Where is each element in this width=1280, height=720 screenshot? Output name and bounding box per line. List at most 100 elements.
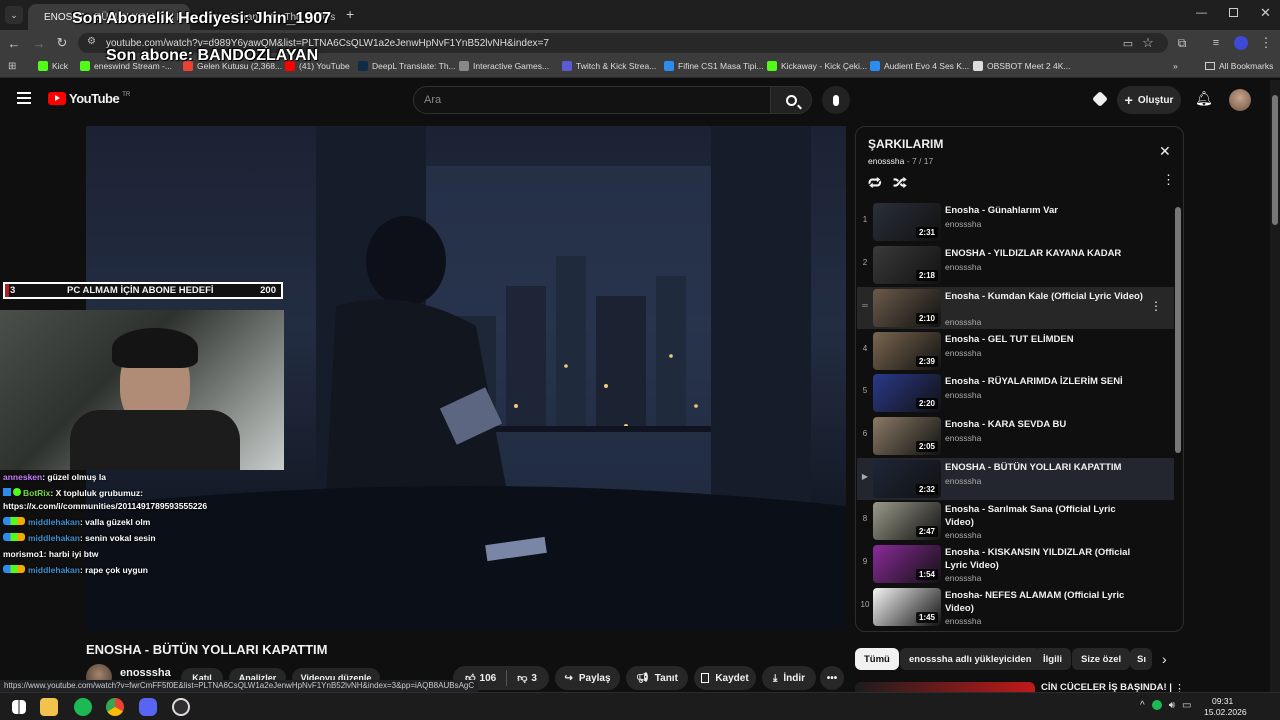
duration-badge: 2:31 <box>915 227 938 238</box>
chip-related[interactable]: İlgili <box>1034 648 1071 670</box>
verified-badge-icon <box>13 488 21 496</box>
save-button[interactable]: Kaydet <box>694 666 756 690</box>
page-scrollbar[interactable] <box>1270 80 1280 692</box>
chip-for-you[interactable]: Size özel <box>1072 648 1131 670</box>
cast-icon[interactable]: ▭ <box>1120 35 1136 51</box>
voice-search-button[interactable] <box>822 86 850 114</box>
playlist-item[interactable]: 1 2:31 Enosha - Günahlarım Var enosssha <box>857 201 1174 243</box>
playlist-item-channel: enosssha <box>945 219 982 229</box>
bookmark-item[interactable]: OBSBOT Meet 2 4K... <box>973 61 1070 71</box>
share-button[interactable]: ↪ Paylaş <box>555 666 620 690</box>
file-explorer-icon[interactable] <box>40 698 58 716</box>
more-bookmarks-button[interactable]: » <box>1173 61 1178 71</box>
sub-badge-icon <box>3 517 25 525</box>
network-icon: ▭ <box>1182 700 1192 711</box>
promote-button[interactable]: 📢︎ Tanıt <box>626 666 688 690</box>
playlist-item-current[interactable]: ▶ 2:32 ENOSHA - BÜTÜN YOLLARI KAPATTIM enos… <box>857 458 1174 500</box>
playlist-scrollbar[interactable] <box>1175 207 1181 453</box>
tray-icons[interactable]: ^ 🔊︎ ▭ <box>1140 700 1191 711</box>
site-info-icon[interactable]: ⚙ <box>87 36 96 47</box>
playlist-item[interactable]: 8 2:47 Enosha - Sarılmak Sana (Official Ly… <box>857 500 1174 542</box>
playlist-item-title: Enosha - RÜYALARIMDA İZLERİM SENİ <box>945 376 1123 387</box>
playlist-item[interactable]: 10 1:45 Enosha- NEFES ALAMAM (Official Lyr… <box>857 586 1174 628</box>
megaphone-icon: 📢︎ <box>636 672 649 684</box>
playlist-item-index: 6 <box>862 429 868 438</box>
playlist-item-title: Enosha - KARA SEVDA BU <box>945 419 1067 430</box>
create-button[interactable]: + Oluştur <box>1117 86 1181 114</box>
playlist-item[interactable]: 9 1:54 Enosha - KISKANSIN YILDIZLAR (Offic… <box>857 543 1174 585</box>
restore-icon[interactable] <box>1229 8 1238 17</box>
apps-grid-icon[interactable]: ⊞ <box>8 61 16 72</box>
reading-list-icon[interactable]: ≡ <box>1208 35 1224 51</box>
playlist-item[interactable]: 4 2:39 Enosha - GEL TUT ELİMDEN enosssha <box>857 330 1174 372</box>
new-tab-button[interactable]: + <box>346 6 354 22</box>
more-actions-button[interactable]: ••• <box>820 666 844 690</box>
tab-search-dropdown[interactable]: ⌄ <box>5 6 23 24</box>
chip-uploader[interactable]: enosssha adlı yükleyiciden <box>900 648 1041 670</box>
youtube-logo[interactable]: YouTube TR <box>48 91 130 106</box>
playlist-item-title: Enosha - GEL TUT ELİMDEN <box>945 334 1074 345</box>
close-window-icon[interactable]: ✕ <box>1260 5 1271 21</box>
notifications-bell-icon[interactable]: 🔔︎ <box>1195 90 1213 107</box>
bookmark-item[interactable]: DeepL Translate: Th... <box>358 61 456 71</box>
playlist-item[interactable]: 2 2:18 ENOSHA - YILDIZLAR KAYANA KADAR enos… <box>857 244 1174 286</box>
bookmark-item[interactable]: Kick <box>38 61 68 71</box>
bookmark-star-icon[interactable]: ☆ <box>1140 35 1156 51</box>
minimize-icon[interactable]: — <box>1196 7 1207 19</box>
bookmark-item[interactable]: Interactive Games... <box>459 61 549 71</box>
playlist-item-title: Enosha - Günahlarım Var <box>945 205 1058 216</box>
playlist-item-title: ENOSHA - BÜTÜN YOLLARI KAPATTIM <box>945 462 1122 473</box>
recommendation-thumbnail[interactable] <box>855 682 1035 692</box>
playlist-item-title: Enosha - KISKANSIN YILDIZLAR (Official L… <box>945 547 1131 571</box>
playlist-item[interactable]: 5 2:20 Enosha - RÜYALARIMDA İZLERİM SENİ en… <box>857 372 1174 414</box>
all-bookmarks-button[interactable]: All Bookmarks <box>1205 61 1273 71</box>
forward-arrow-icon[interactable]: → <box>31 35 47 51</box>
chrome-icon[interactable] <box>106 698 124 716</box>
playlist-item-thumbnail: 2:20 <box>873 374 941 412</box>
playlist-item-thumbnail: 1:54 <box>873 545 941 583</box>
bookmark-item[interactable]: Kickaway - Kick Çeki... <box>767 61 867 71</box>
playlist-item-channel: enosssha <box>945 573 982 583</box>
discord-icon[interactable] <box>139 698 157 716</box>
download-button[interactable]: ⤓ İndir <box>762 666 816 690</box>
browser-menu-icon[interactable]: ⋮ <box>1258 35 1274 51</box>
chevron-right-icon[interactable]: › <box>1162 651 1167 667</box>
reload-icon[interactable]: ↻ <box>54 35 70 51</box>
chip-all[interactable]: Tümü <box>855 648 899 670</box>
extensions-icon[interactable]: ⧉ <box>1174 35 1190 51</box>
sub-goal-bar: 3 PC ALMAM İÇİN ABONE HEDEFİ 200 <box>3 282 283 299</box>
duration-badge: 2:05 <box>915 441 938 452</box>
duration-badge: 2:47 <box>915 526 938 537</box>
playlist-item-menu-icon[interactable]: ⋮ <box>1150 299 1162 313</box>
profile-avatar-icon[interactable] <box>1233 35 1249 51</box>
clock-time[interactable]: 09:31 <box>1212 696 1233 706</box>
bookmark-item[interactable]: Audient Evo 4 Ses K... <box>870 61 969 71</box>
drag-handle-icon[interactable]: ═ <box>857 301 873 310</box>
dislike-button[interactable]: 👎︎ 3 <box>517 672 537 685</box>
bookmark-item[interactable]: Fifine CS1 Masa Tipi... <box>664 61 764 71</box>
search-input[interactable]: Ara <box>413 86 771 114</box>
chevron-up-icon: ^ <box>1140 700 1145 711</box>
search-button[interactable] <box>770 86 812 114</box>
windows-start-icon[interactable] <box>12 700 26 714</box>
bookmark-item[interactable]: Twitch & Kick Strea... <box>562 61 656 71</box>
back-arrow-icon[interactable]: ← <box>6 35 22 51</box>
chip-more[interactable]: Sı <box>1130 648 1152 670</box>
shuffle-icon[interactable]: 🔀︎ <box>893 172 907 193</box>
channel-name[interactable]: enosssha <box>120 667 171 679</box>
studio-icon[interactable] <box>1092 91 1108 107</box>
loop-icon[interactable]: 🔁︎ <box>868 172 882 193</box>
close-icon[interactable]: ✕ <box>1159 143 1171 160</box>
playlist-item[interactable]: 6 2:05 Enosha - KARA SEVDA BU enosssha <box>857 415 1174 457</box>
hamburger-menu-icon[interactable] <box>17 92 31 104</box>
duration-badge: 2:32 <box>915 484 938 495</box>
playlist-item-channel: enosssha <box>945 317 982 327</box>
clock-date[interactable]: 15.02.2026 <box>1204 707 1247 717</box>
account-avatar[interactable] <box>1229 89 1251 111</box>
playlist-item[interactable]: ═ 2:10 Enosha - Kumdan Kale (Official Lyri… <box>857 287 1174 329</box>
spotify-icon[interactable] <box>74 698 92 716</box>
playlist-more-icon[interactable]: ⋮ <box>1162 172 1175 188</box>
playlist-item-thumbnail: 2:47 <box>873 502 941 540</box>
obs-icon[interactable] <box>172 698 190 716</box>
playlist-item-thumbnail: 2:31 <box>873 203 941 241</box>
